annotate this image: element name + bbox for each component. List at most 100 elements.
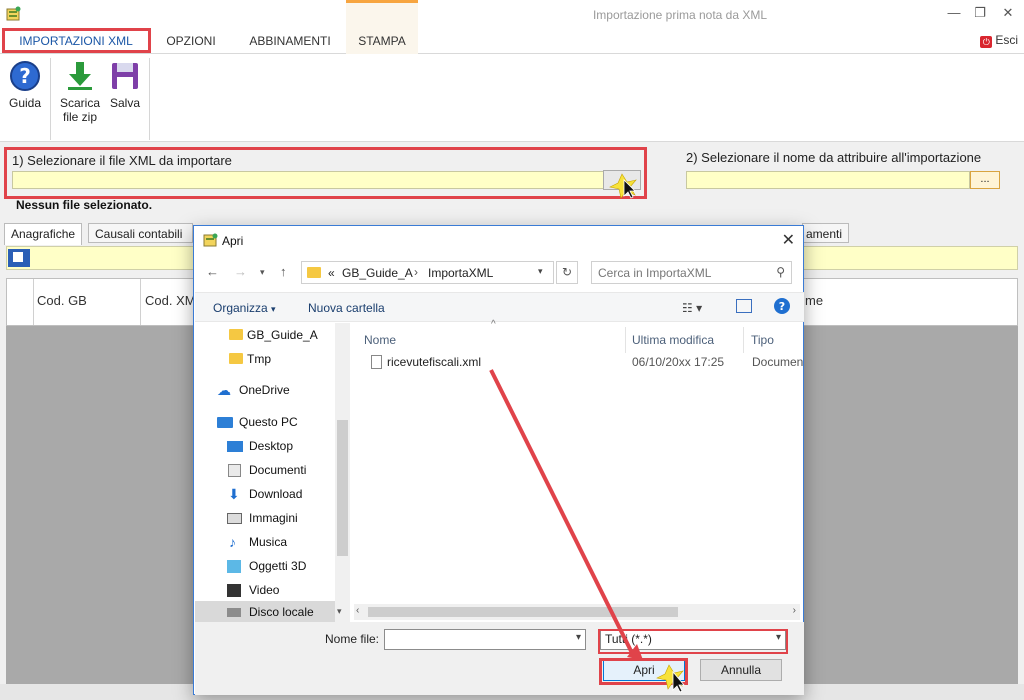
nav-item-tmp[interactable]: Tmp xyxy=(195,348,335,370)
minimize-icon[interactable]: — xyxy=(944,4,964,22)
nav-item-immagini[interactable]: Immagini xyxy=(195,507,335,529)
save-label: Salva xyxy=(109,96,141,110)
dialog-app-icon xyxy=(203,233,219,247)
tab-stampa[interactable]: STAMPA xyxy=(346,28,418,54)
search-placeholder: Cerca in ImportaXML xyxy=(598,266,712,280)
tab-causali-contabili[interactable]: Causali contabili xyxy=(88,223,193,243)
forward-arrow-icon[interactable]: → xyxy=(234,264,247,279)
section1-highlight-box xyxy=(4,147,647,199)
command-bar: Organizza ▾ Nuova cartella ☷ ▾ ? xyxy=(195,292,804,322)
import-name-browse-button[interactable]: ... xyxy=(970,171,1000,189)
nav-item-gb-guide[interactable]: GB_Guide_A xyxy=(195,324,335,346)
col-header-tipo[interactable]: Tipo xyxy=(751,327,803,353)
pictures-icon xyxy=(227,513,242,524)
nav-scroll-thumb[interactable] xyxy=(337,420,348,556)
close-icon[interactable]: ✕ xyxy=(998,4,1018,22)
nav-item-oggetti-3d[interactable]: Oggetti 3D xyxy=(195,555,335,577)
dialog-title: Apri xyxy=(222,234,244,248)
no-file-status: Nessun file selezionato. xyxy=(16,198,153,212)
scroll-right-icon[interactable]: › xyxy=(793,605,796,616)
grid-col-cod-xml[interactable]: Cod. XM xyxy=(145,293,196,308)
guide-button[interactable]: ? Guida xyxy=(5,60,45,110)
import-name-input[interactable] xyxy=(686,171,970,189)
grid-col-nome[interactable]: me xyxy=(805,293,823,308)
music-icon: ♪ xyxy=(229,534,236,550)
scroll-left-icon[interactable]: ‹ xyxy=(356,605,359,616)
file-row[interactable]: ricevutefiscali.xml 06/10/20xx 17:25 Doc… xyxy=(365,353,805,373)
col-header-nome[interactable]: Nome xyxy=(364,327,626,353)
save-button[interactable]: Salva xyxy=(106,60,144,110)
tab-anagrafiche[interactable]: Anagrafiche xyxy=(4,223,83,245)
folder-icon xyxy=(229,329,243,340)
folder-icon xyxy=(229,353,243,364)
filename-input[interactable]: ▾ xyxy=(384,629,586,650)
cancel-button[interactable]: Annulla xyxy=(700,659,782,681)
file-name: ricevutefiscali.xml xyxy=(387,355,482,369)
select-all-checkbox[interactable] xyxy=(8,249,30,267)
navigation-pane: GB_Guide_A Tmp ☁ OneDrive Questo PC Deskt… xyxy=(195,323,350,641)
ribbon-tabs: IMPORTAZIONI XML OPZIONI ABBINAMENTI xyxy=(0,28,1024,54)
tab-opzioni[interactable]: OPZIONI xyxy=(156,28,226,54)
address-bar[interactable]: « GB_Guide_A › ImportaXML ▾ xyxy=(301,261,554,284)
nav-item-disco-locale[interactable]: Disco locale (C:) xyxy=(195,601,335,641)
col-header-ultima-modifica[interactable]: Ultima modifica xyxy=(626,327,744,353)
h-scroll-thumb[interactable] xyxy=(368,607,678,617)
address-dropdown-icon[interactable]: ▾ xyxy=(538,266,543,277)
dialog-close-icon[interactable]: ✕ xyxy=(782,230,795,250)
file-hscrollbar[interactable]: ‹ › xyxy=(354,604,800,620)
nav-item-video[interactable]: Video xyxy=(195,579,335,601)
svg-text:?: ? xyxy=(779,300,785,313)
nav-item-label: Questo PC xyxy=(239,415,298,429)
recent-locations-icon[interactable]: ▾ xyxy=(260,267,265,278)
open-file-dialog: Apri ✕ ← → ▾ ↑ « GB_Guide_A › ImportaXML… xyxy=(193,225,804,695)
address-segment-gb-guide[interactable]: GB_Guide_A xyxy=(342,266,413,280)
download-zip-button[interactable]: Scarica file zip xyxy=(56,60,104,124)
video-icon xyxy=(227,584,241,597)
refresh-icon[interactable]: ↻ xyxy=(556,261,578,284)
nav-item-questo-pc[interactable]: Questo PC xyxy=(195,411,335,433)
search-icon: ⚲ xyxy=(776,265,785,279)
cloud-icon: ☁ xyxy=(217,382,231,398)
grid-column-divider xyxy=(140,279,141,325)
guide-label: Guida xyxy=(8,96,42,110)
organize-button[interactable]: Organizza ▾ xyxy=(213,301,276,315)
nav-item-musica[interactable]: ♪ Musica xyxy=(195,531,335,553)
view-options-icon[interactable]: ☷ ▾ xyxy=(682,301,702,315)
restore-icon[interactable]: ❐ xyxy=(970,4,990,22)
help-icon[interactable]: ? xyxy=(773,297,791,315)
drive-icon xyxy=(227,608,241,617)
exit-button[interactable]: ⏻ Esci xyxy=(980,33,1018,48)
download-icon: ⬇ xyxy=(228,486,240,502)
new-folder-button[interactable]: Nuova cartella xyxy=(308,301,385,315)
nav-item-documenti[interactable]: Documenti xyxy=(195,459,335,481)
exit-label: Esci xyxy=(995,33,1018,47)
computer-icon xyxy=(217,417,233,428)
tab-abbinamenti[interactable]: ABBINAMENTI xyxy=(240,28,340,54)
address-segment-importaxml[interactable]: ImportaXML xyxy=(428,266,493,280)
nav-item-onedrive[interactable]: ☁ OneDrive xyxy=(195,379,335,401)
grid-col-cod-gb[interactable]: Cod. GB xyxy=(37,293,87,308)
title-bar: Importazione prima nota da XML — ❐ ✕ xyxy=(0,0,1024,28)
up-arrow-icon[interactable]: ↑ xyxy=(280,264,287,279)
nav-item-label: Video xyxy=(249,583,280,597)
save-icon xyxy=(110,60,140,92)
nav-scrollbar[interactable]: ▾ xyxy=(335,323,350,622)
tab-pagamenti[interactable]: amenti xyxy=(802,223,849,243)
folder-icon xyxy=(307,267,321,278)
nav-item-label: Download xyxy=(249,487,303,501)
nav-item-download[interactable]: ⬇ Download xyxy=(195,483,335,505)
toolbar-separator xyxy=(149,58,150,140)
back-arrow-icon[interactable]: ← xyxy=(206,264,219,279)
nav-scroll-down-icon[interactable]: ▾ xyxy=(337,606,342,617)
toolbar-separator xyxy=(50,58,51,140)
preview-pane-icon[interactable] xyxy=(736,299,752,313)
svg-text:?: ? xyxy=(19,64,31,88)
chevron-down-icon[interactable]: ▾ xyxy=(576,632,581,643)
download-icon xyxy=(64,60,96,92)
search-input[interactable]: Cerca in ImportaXML ⚲ xyxy=(591,261,792,284)
nav-item-desktop[interactable]: Desktop xyxy=(195,435,335,457)
filter-highlight-box xyxy=(598,629,788,654)
nav-item-label: Immagini xyxy=(249,511,298,525)
nav-item-label: Tmp xyxy=(247,352,271,366)
toolbar: ? Guida Scarica file zip Salva xyxy=(0,54,1024,142)
